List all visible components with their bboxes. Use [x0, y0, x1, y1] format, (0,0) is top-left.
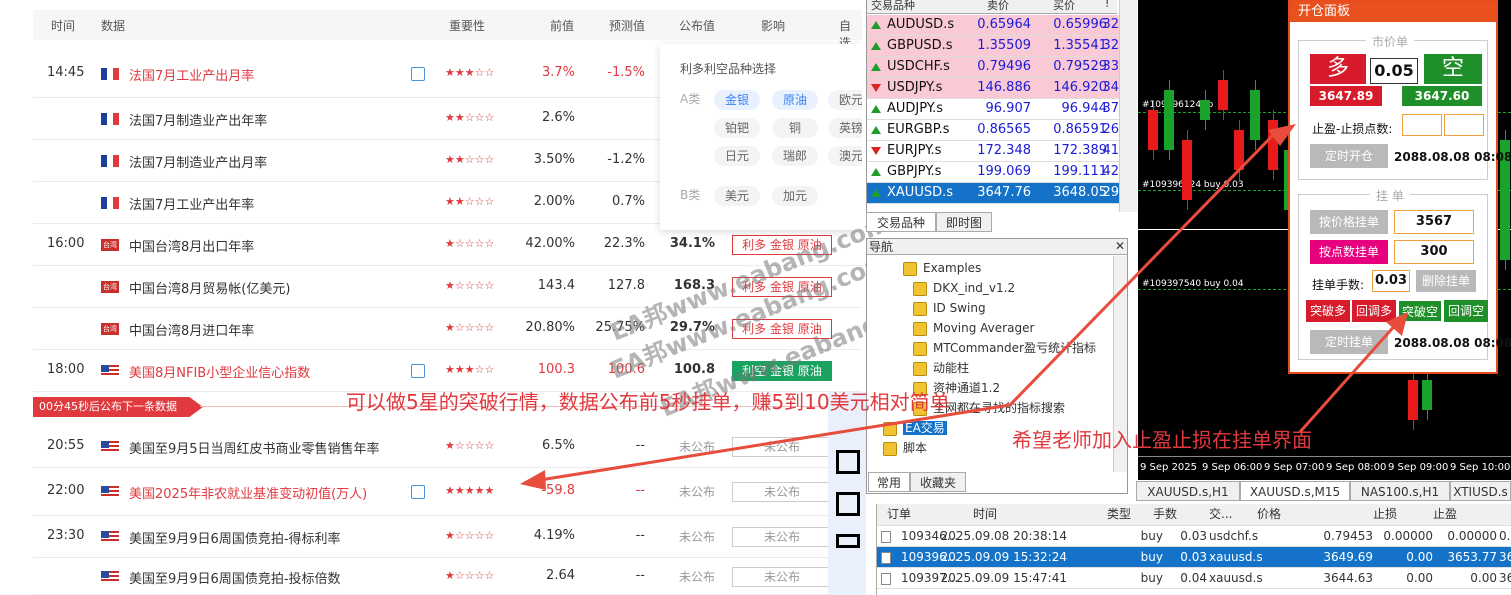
arrow-to-tpsl — [1008, 128, 1280, 407]
annotation-arrows — [520, 124, 1408, 490]
annotation-request: 希望老师加入止盈止损在挂单界面 — [1012, 428, 1312, 452]
arrowhead — [1268, 124, 1296, 146]
annotation-breakout: 可以做5星的突破行情，数据公布前5秒挂单，赚5到10美元相对简单 — [346, 390, 950, 414]
arrow-to-pending — [1298, 321, 1400, 433]
arrow-to-nfp — [539, 403, 1011, 482]
arrowhead — [520, 470, 546, 490]
